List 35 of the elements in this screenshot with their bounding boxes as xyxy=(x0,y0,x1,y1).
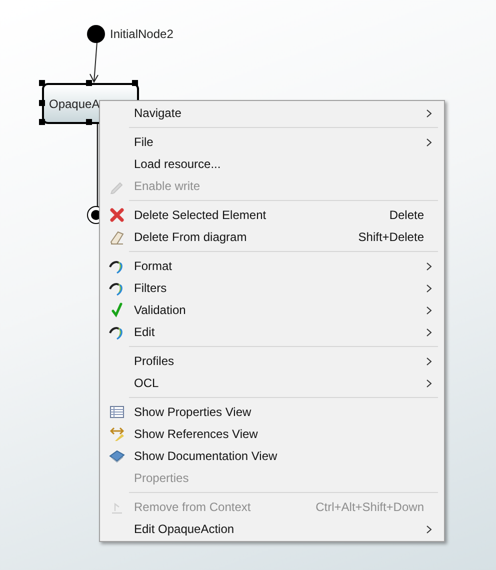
table-icon xyxy=(109,404,125,420)
menu-item[interactable]: Validation xyxy=(100,299,444,321)
eraser-icon xyxy=(109,229,125,245)
menu-item[interactable]: Show References View xyxy=(100,423,444,445)
menu-item[interactable]: Delete Selected Element Delete xyxy=(100,204,444,226)
book-icon xyxy=(109,448,125,464)
menu-item[interactable]: Delete From diagram Shift+Delete xyxy=(100,226,444,248)
resize-handle[interactable] xyxy=(86,119,92,125)
menu-item[interactable]: OCL xyxy=(100,372,444,394)
menu-item[interactable]: Filters xyxy=(100,277,444,299)
swirl-icon xyxy=(109,258,125,274)
shortcut-label: Ctrl+Alt+Shift+Down xyxy=(316,499,424,516)
menu-item[interactable]: Profiles xyxy=(100,350,444,372)
menu-item[interactable]: Load resource... xyxy=(100,153,444,175)
menu-item[interactable]: Show Properties View xyxy=(100,401,444,423)
resize-handle[interactable] xyxy=(39,100,45,106)
menu-item[interactable]: Edit xyxy=(100,321,444,343)
menu-item[interactable]: Show Documentation View xyxy=(100,445,444,467)
node-label: InitialNode2 xyxy=(110,26,174,43)
menu-item[interactable]: File xyxy=(100,131,444,153)
arrows-icon xyxy=(109,426,125,442)
resize-handle[interactable] xyxy=(132,80,138,86)
shortcut-label: Delete xyxy=(389,207,424,224)
menu-item[interactable]: Edit OpaqueAction xyxy=(100,518,444,540)
menu-item[interactable]: Format xyxy=(100,255,444,277)
resize-handle[interactable] xyxy=(39,80,45,86)
swirl-icon xyxy=(109,324,125,340)
resize-handle[interactable] xyxy=(86,80,92,86)
node-label: OpaqueA xyxy=(49,96,100,112)
close-icon xyxy=(109,207,125,223)
check-icon xyxy=(109,302,125,318)
shortcut-label: Shift+Delete xyxy=(358,229,424,246)
resize-handle[interactable] xyxy=(39,119,45,125)
swirl-icon xyxy=(109,280,125,296)
initial-node xyxy=(87,25,105,43)
